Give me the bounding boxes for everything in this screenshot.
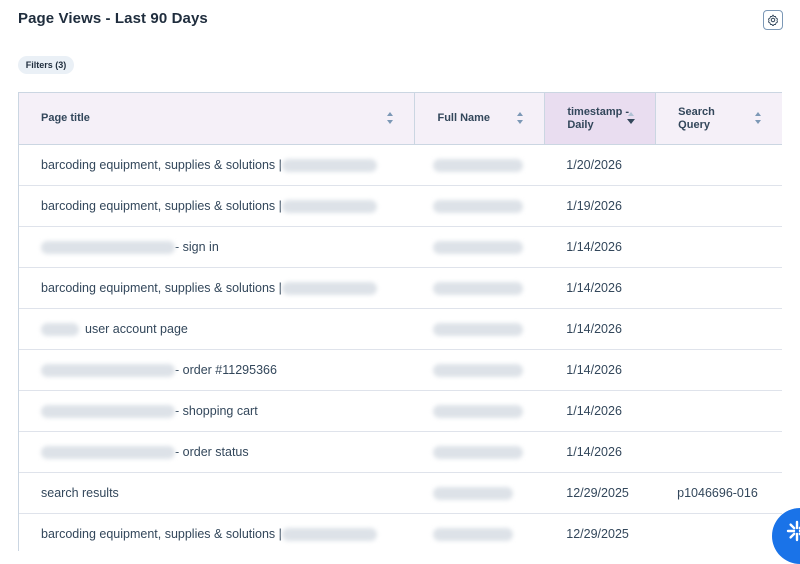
table-row[interactable]: - order status 1/14/2026 bbox=[19, 432, 782, 473]
table-row[interactable]: user account page 1/14/2026 bbox=[19, 309, 782, 350]
redacted-text bbox=[282, 159, 377, 172]
page-title-text: search results bbox=[41, 486, 119, 500]
table-row[interactable]: barcoding equipment, supplies & solution… bbox=[19, 145, 782, 186]
page-title-cell: search results bbox=[19, 473, 415, 513]
page-title-cell: - shopping cart bbox=[19, 391, 415, 431]
page-title-cell: user account page bbox=[19, 309, 415, 349]
page-title: Page Views - Last 90 Days bbox=[18, 10, 208, 27]
full-name-cell bbox=[415, 309, 545, 349]
redacted-text bbox=[433, 200, 523, 213]
table-row[interactable]: search results 12/29/2025 p1046696-016 bbox=[19, 473, 782, 514]
page-title-cell: - order #11295366 bbox=[19, 350, 415, 390]
redacted-text bbox=[41, 405, 175, 418]
table-row[interactable]: barcoding equipment, supplies & solution… bbox=[19, 514, 782, 551]
page-title-cell: barcoding equipment, supplies & solution… bbox=[19, 145, 415, 185]
chat-spark-icon bbox=[786, 520, 800, 542]
timestamp-cell: 1/14/2026 bbox=[545, 268, 656, 308]
full-name-cell bbox=[415, 227, 545, 267]
search-query-cell bbox=[656, 514, 782, 551]
full-name-cell bbox=[415, 473, 545, 513]
table-row[interactable]: - sign in 1/14/2026 bbox=[19, 227, 782, 268]
page-title-cell: - order status bbox=[19, 432, 415, 472]
redacted-text bbox=[433, 405, 523, 418]
full-name-cell bbox=[415, 145, 545, 185]
redacted-text bbox=[282, 528, 377, 541]
full-name-cell bbox=[415, 186, 545, 226]
search-query-cell bbox=[656, 391, 782, 431]
page-title-text: barcoding equipment, supplies & solution… bbox=[41, 527, 282, 541]
column-header-full-name[interactable]: Full Name bbox=[415, 93, 545, 144]
search-query-cell bbox=[656, 309, 782, 349]
full-name-cell bbox=[415, 514, 545, 551]
table-row[interactable]: barcoding equipment, supplies & solution… bbox=[19, 268, 782, 309]
redacted-text bbox=[433, 446, 523, 459]
filters-button[interactable]: Filters (3) bbox=[18, 56, 74, 74]
settings-button[interactable] bbox=[763, 10, 783, 30]
column-header-label: timestamp - Daily bbox=[545, 106, 629, 132]
redacted-text bbox=[433, 323, 523, 336]
sort-icon[interactable] bbox=[516, 111, 524, 125]
table-header: Page title Full Name timestamp - Daily S… bbox=[19, 93, 782, 145]
page-title-cell: barcoding equipment, supplies & solution… bbox=[19, 186, 415, 226]
redacted-text bbox=[433, 159, 523, 172]
column-header-label: Search Query bbox=[656, 106, 728, 132]
search-query-cell bbox=[656, 432, 782, 472]
search-query-cell bbox=[656, 227, 782, 267]
page-title-cell: - sign in bbox=[19, 227, 415, 267]
timestamp-cell: 1/14/2026 bbox=[545, 432, 656, 472]
full-name-cell bbox=[415, 268, 545, 308]
table-row[interactable]: - shopping cart 1/14/2026 bbox=[19, 391, 782, 432]
timestamp-cell: 1/14/2026 bbox=[545, 391, 656, 431]
data-table: Page title Full Name timestamp - Daily S… bbox=[18, 92, 782, 551]
timestamp-cell: 1/14/2026 bbox=[545, 227, 656, 267]
redacted-text bbox=[282, 200, 377, 213]
page-title-cell: barcoding equipment, supplies & solution… bbox=[19, 514, 415, 551]
timestamp-cell: 12/29/2025 bbox=[545, 514, 656, 551]
column-header-page-title[interactable]: Page title bbox=[19, 93, 415, 144]
column-header-timestamp[interactable]: timestamp - Daily bbox=[545, 93, 656, 144]
redacted-text bbox=[282, 282, 377, 295]
redacted-text bbox=[433, 282, 523, 295]
redacted-text bbox=[433, 528, 513, 541]
search-query-cell bbox=[656, 350, 782, 390]
search-query-cell bbox=[656, 268, 782, 308]
page-title-text: - order #11295366 bbox=[175, 363, 277, 377]
timestamp-cell: 1/14/2026 bbox=[545, 309, 656, 349]
redacted-text bbox=[433, 241, 523, 254]
gear-icon bbox=[767, 14, 779, 26]
redacted-text bbox=[41, 446, 175, 459]
page-title-text: barcoding equipment, supplies & solution… bbox=[41, 281, 282, 295]
full-name-cell bbox=[415, 432, 545, 472]
page-title-text: barcoding equipment, supplies & solution… bbox=[41, 158, 282, 172]
search-query-cell bbox=[656, 186, 782, 226]
sort-desc-icon[interactable] bbox=[627, 111, 635, 125]
column-header-label: Page title bbox=[19, 112, 126, 125]
search-query-cell bbox=[656, 145, 782, 185]
redacted-text bbox=[41, 364, 175, 377]
table-row[interactable]: barcoding equipment, supplies & solution… bbox=[19, 186, 782, 227]
redacted-text bbox=[41, 241, 175, 254]
table-row[interactable]: - order #11295366 1/14/2026 bbox=[19, 350, 782, 391]
column-header-label: Full Name bbox=[415, 112, 522, 125]
timestamp-cell: 1/19/2026 bbox=[545, 186, 656, 226]
page-title-text: - order status bbox=[175, 445, 249, 459]
search-query-cell: p1046696-016 bbox=[656, 473, 782, 513]
page-title-cell: barcoding equipment, supplies & solution… bbox=[19, 268, 415, 308]
timestamp-cell: 12/29/2025 bbox=[545, 473, 656, 513]
redacted-text bbox=[41, 323, 79, 336]
page-title-text: barcoding equipment, supplies & solution… bbox=[41, 199, 282, 213]
redacted-text bbox=[433, 364, 523, 377]
timestamp-cell: 1/14/2026 bbox=[545, 350, 656, 390]
redacted-text bbox=[433, 487, 513, 500]
page-title-text: - sign in bbox=[175, 240, 219, 254]
timestamp-cell: 1/20/2026 bbox=[545, 145, 656, 185]
column-header-search-query[interactable]: Search Query bbox=[656, 93, 782, 144]
sort-icon[interactable] bbox=[754, 111, 762, 125]
full-name-cell bbox=[415, 391, 545, 431]
sort-icon[interactable] bbox=[386, 111, 394, 125]
full-name-cell bbox=[415, 350, 545, 390]
page-title-text: user account page bbox=[85, 322, 188, 336]
page-title-text: - shopping cart bbox=[175, 404, 258, 418]
